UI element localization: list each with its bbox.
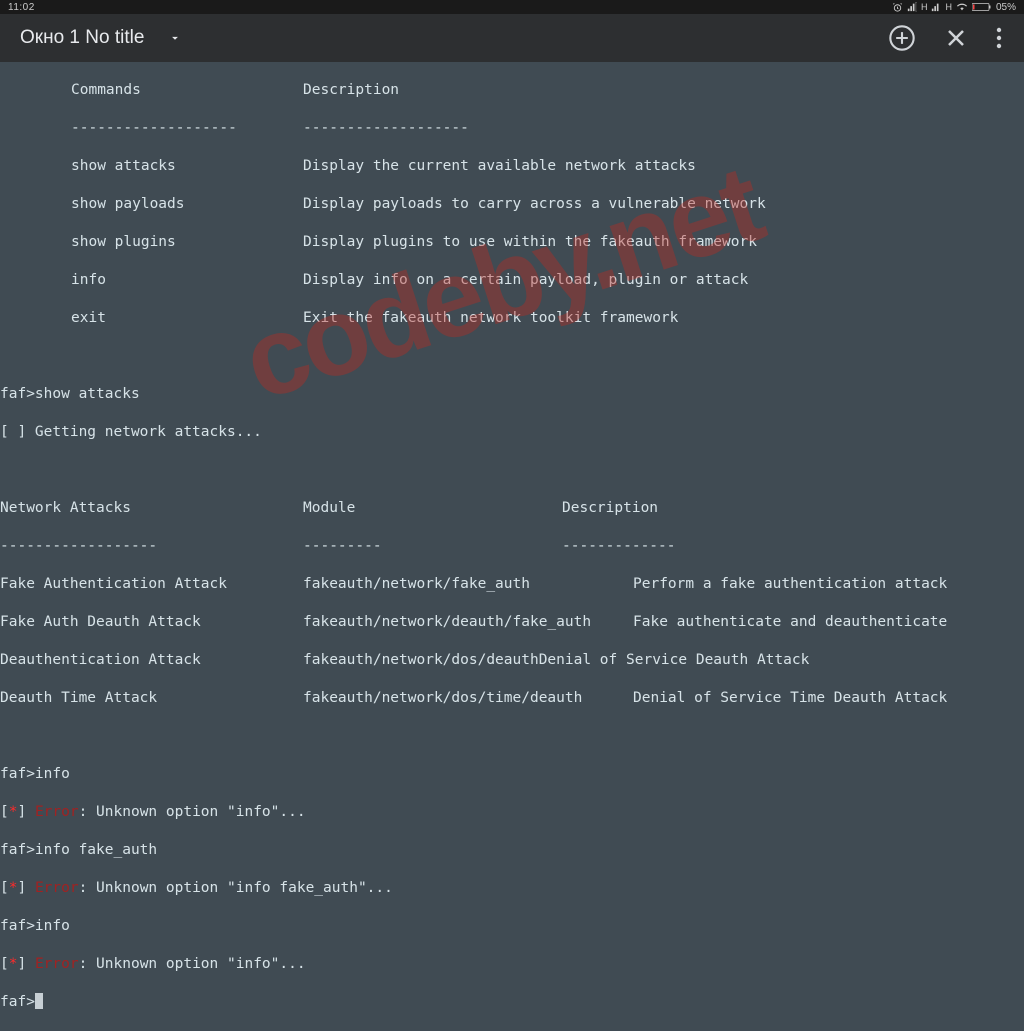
error-star-icon: * xyxy=(9,879,18,898)
error-star-icon: * xyxy=(9,803,18,822)
error-star-icon: * xyxy=(9,955,18,974)
close-button[interactable] xyxy=(944,26,968,50)
divider: ------------- xyxy=(562,537,676,556)
android-status-bar: 11:02 H H 05% xyxy=(0,0,1024,14)
cmd-desc: Display payloads to carry across a vulne… xyxy=(303,195,766,214)
err-bracket: ] xyxy=(17,803,34,822)
battery-icon xyxy=(972,2,992,12)
signal-icon-2 xyxy=(931,2,941,12)
attack-name: Deauthentication Attack xyxy=(0,651,303,670)
chevron-down-icon xyxy=(168,31,182,45)
attack-module: fakeauth/network/deauth/fake_auth xyxy=(303,613,633,632)
error-detail: : Unknown option "info"... xyxy=(79,955,306,974)
cmd-name: show payloads xyxy=(71,195,303,214)
err-bracket: ] xyxy=(17,879,34,898)
attack-name: Deauth Time Attack xyxy=(0,689,303,708)
status-time: 11:02 xyxy=(8,2,35,13)
attack-name: Fake Auth Deauth Attack xyxy=(0,613,303,632)
divider: ------------------ xyxy=(0,537,303,556)
cmd-desc: Display the current available network at… xyxy=(303,157,696,176)
error-label: Error xyxy=(35,879,79,898)
err-bracket: [ xyxy=(0,803,9,822)
wifi-icon xyxy=(956,2,968,12)
error-label: Error xyxy=(35,955,79,974)
cmd-desc: Exit the fakeauth network toolkit framew… xyxy=(303,309,678,328)
cmd-desc: Display plugins to use within the fakeau… xyxy=(303,233,757,252)
cmd-desc: Display info on a certain payload, plugi… xyxy=(303,271,748,290)
err-bracket: [ xyxy=(0,955,9,974)
terminal-cursor xyxy=(35,993,44,1009)
header-desc: Description xyxy=(562,499,658,518)
attack-desc: Denial of Service Time Deauth Attack xyxy=(633,689,947,708)
more-menu-icon[interactable] xyxy=(996,26,1002,50)
attack-desc: Perform a fake authentication attack xyxy=(633,575,947,594)
prompt-line: faf>show attacks xyxy=(0,385,140,404)
divider: --------- xyxy=(303,537,562,556)
tab-selector[interactable]: Окно 1 No title xyxy=(8,27,182,49)
signal-icon xyxy=(907,2,917,12)
status-network-label: H xyxy=(921,2,928,12)
header-module: Module xyxy=(303,499,562,518)
status-network-label-2: H xyxy=(945,2,952,12)
header-description: Description xyxy=(303,81,399,100)
status-line: [ ] Getting network attacks... xyxy=(0,423,262,442)
err-bracket: ] xyxy=(17,955,34,974)
cmd-name: show attacks xyxy=(71,157,303,176)
attack-desc: Fake authenticate and deauthenticate xyxy=(633,613,947,632)
terminal-output[interactable]: CommandsDescription --------------------… xyxy=(0,62,1024,1031)
error-label: Error xyxy=(35,803,79,822)
cmd-name: info xyxy=(71,271,303,290)
prompt-line: faf>info xyxy=(0,765,70,784)
prompt-line: faf>info xyxy=(0,917,70,936)
status-right-icons: H H 05% xyxy=(892,2,1016,13)
error-detail: : Unknown option "info"... xyxy=(79,803,306,822)
status-battery: 05% xyxy=(996,2,1016,13)
prompt-line: faf>info fake_auth xyxy=(0,841,157,860)
divider: ------------------- xyxy=(71,119,303,138)
attack-module: fakeauth/network/dos/time/deauth xyxy=(303,689,633,708)
cmd-name: show plugins xyxy=(71,233,303,252)
alarm-icon xyxy=(892,2,903,13)
app-toolbar: Окно 1 No title xyxy=(0,14,1024,62)
attack-name: Fake Authentication Attack xyxy=(0,575,303,594)
add-button[interactable] xyxy=(888,24,916,52)
divider: ------------------- xyxy=(303,119,469,138)
attack-module-desc: fakeauth/network/dos/deauthDenial of Ser… xyxy=(303,651,809,670)
tab-title-label: Окно 1 No title xyxy=(20,27,144,49)
error-detail: : Unknown option "info fake_auth"... xyxy=(79,879,393,898)
header-attacks: Network Attacks xyxy=(0,499,303,518)
err-bracket: [ xyxy=(0,879,9,898)
attack-module: fakeauth/network/fake_auth xyxy=(303,575,633,594)
prompt-line: faf> xyxy=(0,993,35,1012)
cmd-name: exit xyxy=(71,309,303,328)
header-commands: Commands xyxy=(71,81,303,100)
